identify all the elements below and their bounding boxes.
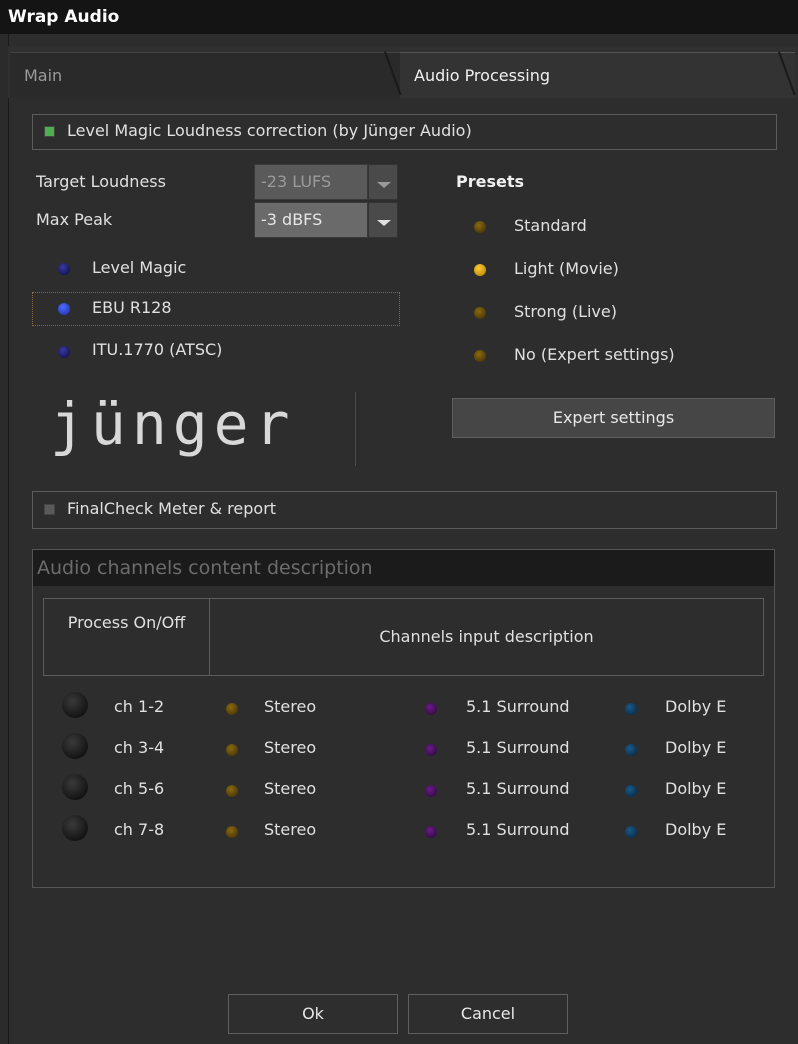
- stereo-option[interactable]: Stereo: [264, 738, 316, 757]
- mode-ebu-r128[interactable]: EBU R128: [92, 298, 172, 317]
- process-onoff-header: Process On/Off: [43, 598, 210, 676]
- mode-ebu-focus-row[interactable]: [32, 292, 400, 326]
- level-magic-checkbox[interactable]: [44, 126, 55, 137]
- chevron-down-icon: [377, 220, 391, 226]
- ok-button[interactable]: Ok: [228, 994, 398, 1034]
- process-knob-ch56[interactable]: [62, 774, 88, 800]
- presets-title: Presets: [456, 172, 525, 191]
- preset-light-led-icon[interactable]: [474, 264, 486, 276]
- logo-divider: [355, 392, 356, 466]
- mode-itu1770[interactable]: ITU.1770 (ATSC): [92, 340, 222, 359]
- channel-label: ch 1-2: [114, 697, 165, 716]
- preset-strong-live[interactable]: Strong (Live): [514, 302, 617, 321]
- preset-standard[interactable]: Standard: [514, 216, 587, 235]
- junger-logo: jünger: [50, 390, 296, 458]
- stereo-led-icon[interactable]: [226, 785, 238, 797]
- expert-settings-button[interactable]: Expert settings: [452, 398, 775, 438]
- level-magic-led-icon[interactable]: [58, 263, 70, 275]
- finalcheck-label: FinalCheck Meter & report: [67, 499, 277, 518]
- max-peak-dropdown-button[interactable]: [368, 202, 398, 238]
- dolby-led-icon[interactable]: [625, 826, 637, 838]
- stereo-led-icon[interactable]: [226, 703, 238, 715]
- dolby-led-icon[interactable]: [625, 785, 637, 797]
- surround-led-icon[interactable]: [425, 744, 437, 756]
- target-loudness-dropdown-button[interactable]: [368, 164, 398, 200]
- max-peak-select[interactable]: -3 dBFS: [254, 202, 368, 238]
- process-knob-ch34[interactable]: [62, 733, 88, 759]
- surround-option[interactable]: 5.1 Surround: [466, 738, 570, 757]
- cancel-button[interactable]: Cancel: [408, 994, 568, 1034]
- dolby-option[interactable]: Dolby E: [665, 779, 726, 798]
- target-loudness-select[interactable]: -23 LUFS: [254, 164, 368, 200]
- preset-light-movie[interactable]: Light (Movie): [514, 259, 619, 278]
- max-peak-label: Max Peak: [36, 210, 113, 229]
- dolby-led-icon[interactable]: [625, 703, 637, 715]
- process-knob-ch78[interactable]: [62, 815, 88, 841]
- tab-main[interactable]: Main: [10, 52, 400, 98]
- itu-led-icon[interactable]: [58, 346, 70, 358]
- channels-description-header: Channels input description: [209, 598, 764, 676]
- level-magic-label: Level Magic Loudness correction (by Jüng…: [67, 121, 472, 140]
- preset-standard-led-icon[interactable]: [474, 221, 486, 233]
- window-title: Wrap Audio: [0, 0, 798, 34]
- dolby-option[interactable]: Dolby E: [665, 820, 726, 839]
- surround-led-icon[interactable]: [425, 785, 437, 797]
- stereo-option[interactable]: Stereo: [264, 779, 316, 798]
- surround-option[interactable]: 5.1 Surround: [466, 697, 570, 716]
- channel-label: ch 7-8: [114, 820, 165, 839]
- dolby-led-icon[interactable]: [625, 744, 637, 756]
- surround-option[interactable]: 5.1 Surround: [466, 779, 570, 798]
- finalcheck-checkbox-row[interactable]: FinalCheck Meter & report: [32, 491, 777, 529]
- stereo-led-icon[interactable]: [226, 744, 238, 756]
- finalcheck-checkbox[interactable]: [44, 504, 55, 515]
- stereo-option[interactable]: Stereo: [264, 820, 316, 839]
- preset-strong-led-icon[interactable]: [474, 307, 486, 319]
- process-knob-ch12[interactable]: [62, 692, 88, 718]
- chevron-down-icon: [377, 182, 391, 188]
- preset-expert-led-icon[interactable]: [474, 350, 486, 362]
- tab-audio-processing[interactable]: Audio Processing: [400, 52, 795, 98]
- stereo-option[interactable]: Stereo: [264, 697, 316, 716]
- surround-led-icon[interactable]: [425, 826, 437, 838]
- audio-channels-title: Audio channels content description: [33, 550, 774, 586]
- dolby-option[interactable]: Dolby E: [665, 697, 726, 716]
- mode-level-magic[interactable]: Level Magic: [92, 258, 186, 277]
- level-magic-checkbox-row[interactable]: Level Magic Loudness correction (by Jüng…: [32, 114, 777, 150]
- channel-label: ch 5-6: [114, 779, 165, 798]
- target-loudness-label: Target Loudness: [36, 172, 166, 191]
- surround-led-icon[interactable]: [425, 703, 437, 715]
- channel-label: ch 3-4: [114, 738, 165, 757]
- stereo-led-icon[interactable]: [226, 826, 238, 838]
- surround-option[interactable]: 5.1 Surround: [466, 820, 570, 839]
- ebu-r128-led-icon[interactable]: [58, 303, 70, 315]
- preset-no-expert[interactable]: No (Expert settings): [514, 345, 675, 364]
- dolby-option[interactable]: Dolby E: [665, 738, 726, 757]
